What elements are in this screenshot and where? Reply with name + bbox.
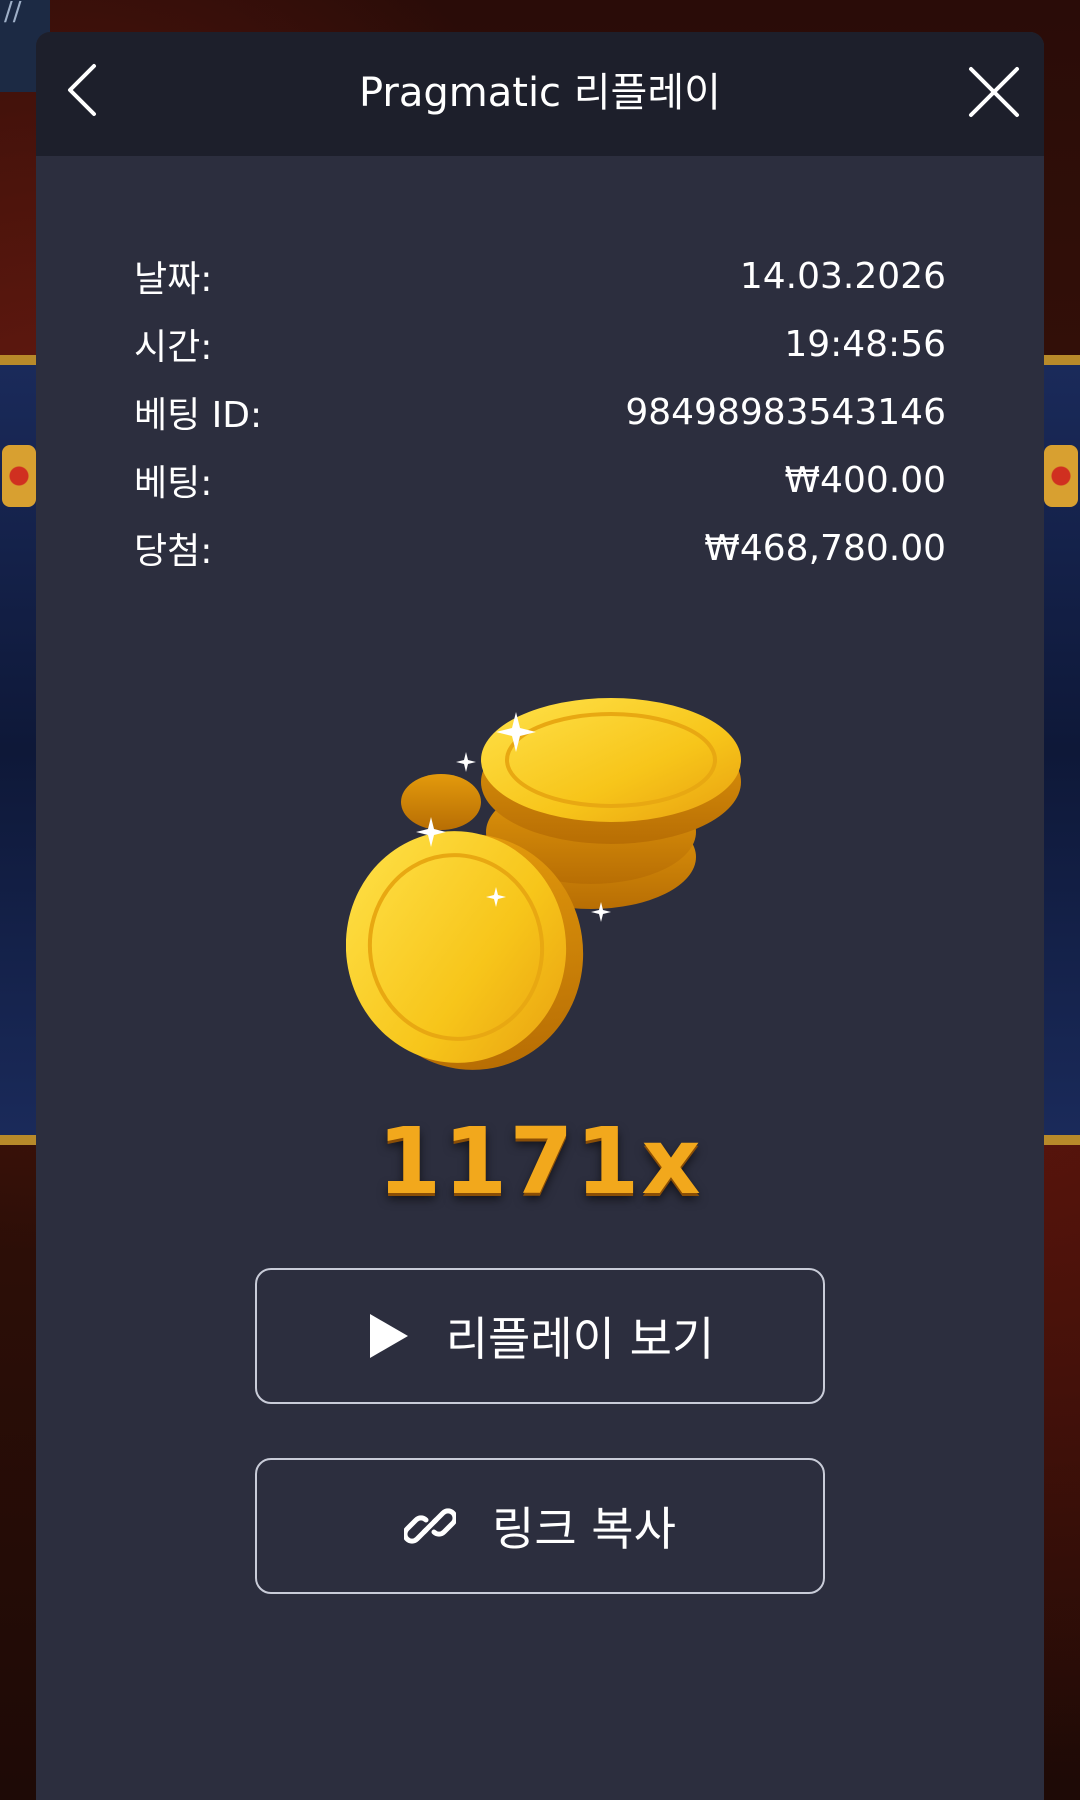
win-value: ₩468,780.00: [704, 527, 946, 569]
date-label: 날짜:: [134, 259, 213, 300]
bet-info-list: 날짜: 14.03.2026 시간: 19:48:56 베팅 ID: 98498…: [134, 242, 946, 582]
bet-id-label: 베팅 ID:: [134, 395, 263, 436]
copy-link-button[interactable]: 링크 복사: [255, 1458, 825, 1594]
modal-header: Pragmatic 리플레이: [36, 32, 1044, 156]
bet-label: 베팅:: [134, 463, 213, 504]
copy-link-label: 링크 복사: [492, 1502, 676, 1556]
view-replay-button[interactable]: 리플레이 보기: [255, 1268, 825, 1404]
bet-value: ₩400.00: [784, 459, 946, 501]
info-row-date: 날짜: 14.03.2026: [134, 242, 946, 310]
win-label: 당첨:: [134, 531, 213, 572]
background-gem-left: [2, 445, 36, 507]
close-icon: [969, 67, 1019, 117]
time-label: 시간:: [134, 327, 213, 368]
info-row-bet-id: 베팅 ID: 98498983543146: [134, 378, 946, 446]
replay-modal: Pragmatic 리플레이 날짜: 14.03.2026 시간: 19:48:…: [36, 32, 1044, 1800]
link-icon: [404, 1500, 457, 1552]
view-replay-label: 리플레이 보기: [445, 1312, 715, 1366]
info-row-bet: 베팅: ₩400.00: [134, 446, 946, 514]
bet-id-value: 98498983543146: [625, 391, 946, 433]
win-multiplier: 1171x: [377, 1108, 703, 1215]
date-value: 14.03.2026: [739, 255, 946, 297]
info-row-win: 당첨: ₩468,780.00: [134, 514, 946, 582]
modal-title: Pragmatic 리플레이: [359, 70, 721, 116]
info-row-time: 시간: 19:48:56: [134, 310, 946, 378]
play-icon: [366, 1312, 410, 1360]
background-gem-right: [1044, 445, 1078, 507]
time-value: 19:48:56: [784, 323, 946, 365]
close-button[interactable]: [962, 60, 1026, 124]
gold-coins-icon: [346, 698, 741, 1070]
